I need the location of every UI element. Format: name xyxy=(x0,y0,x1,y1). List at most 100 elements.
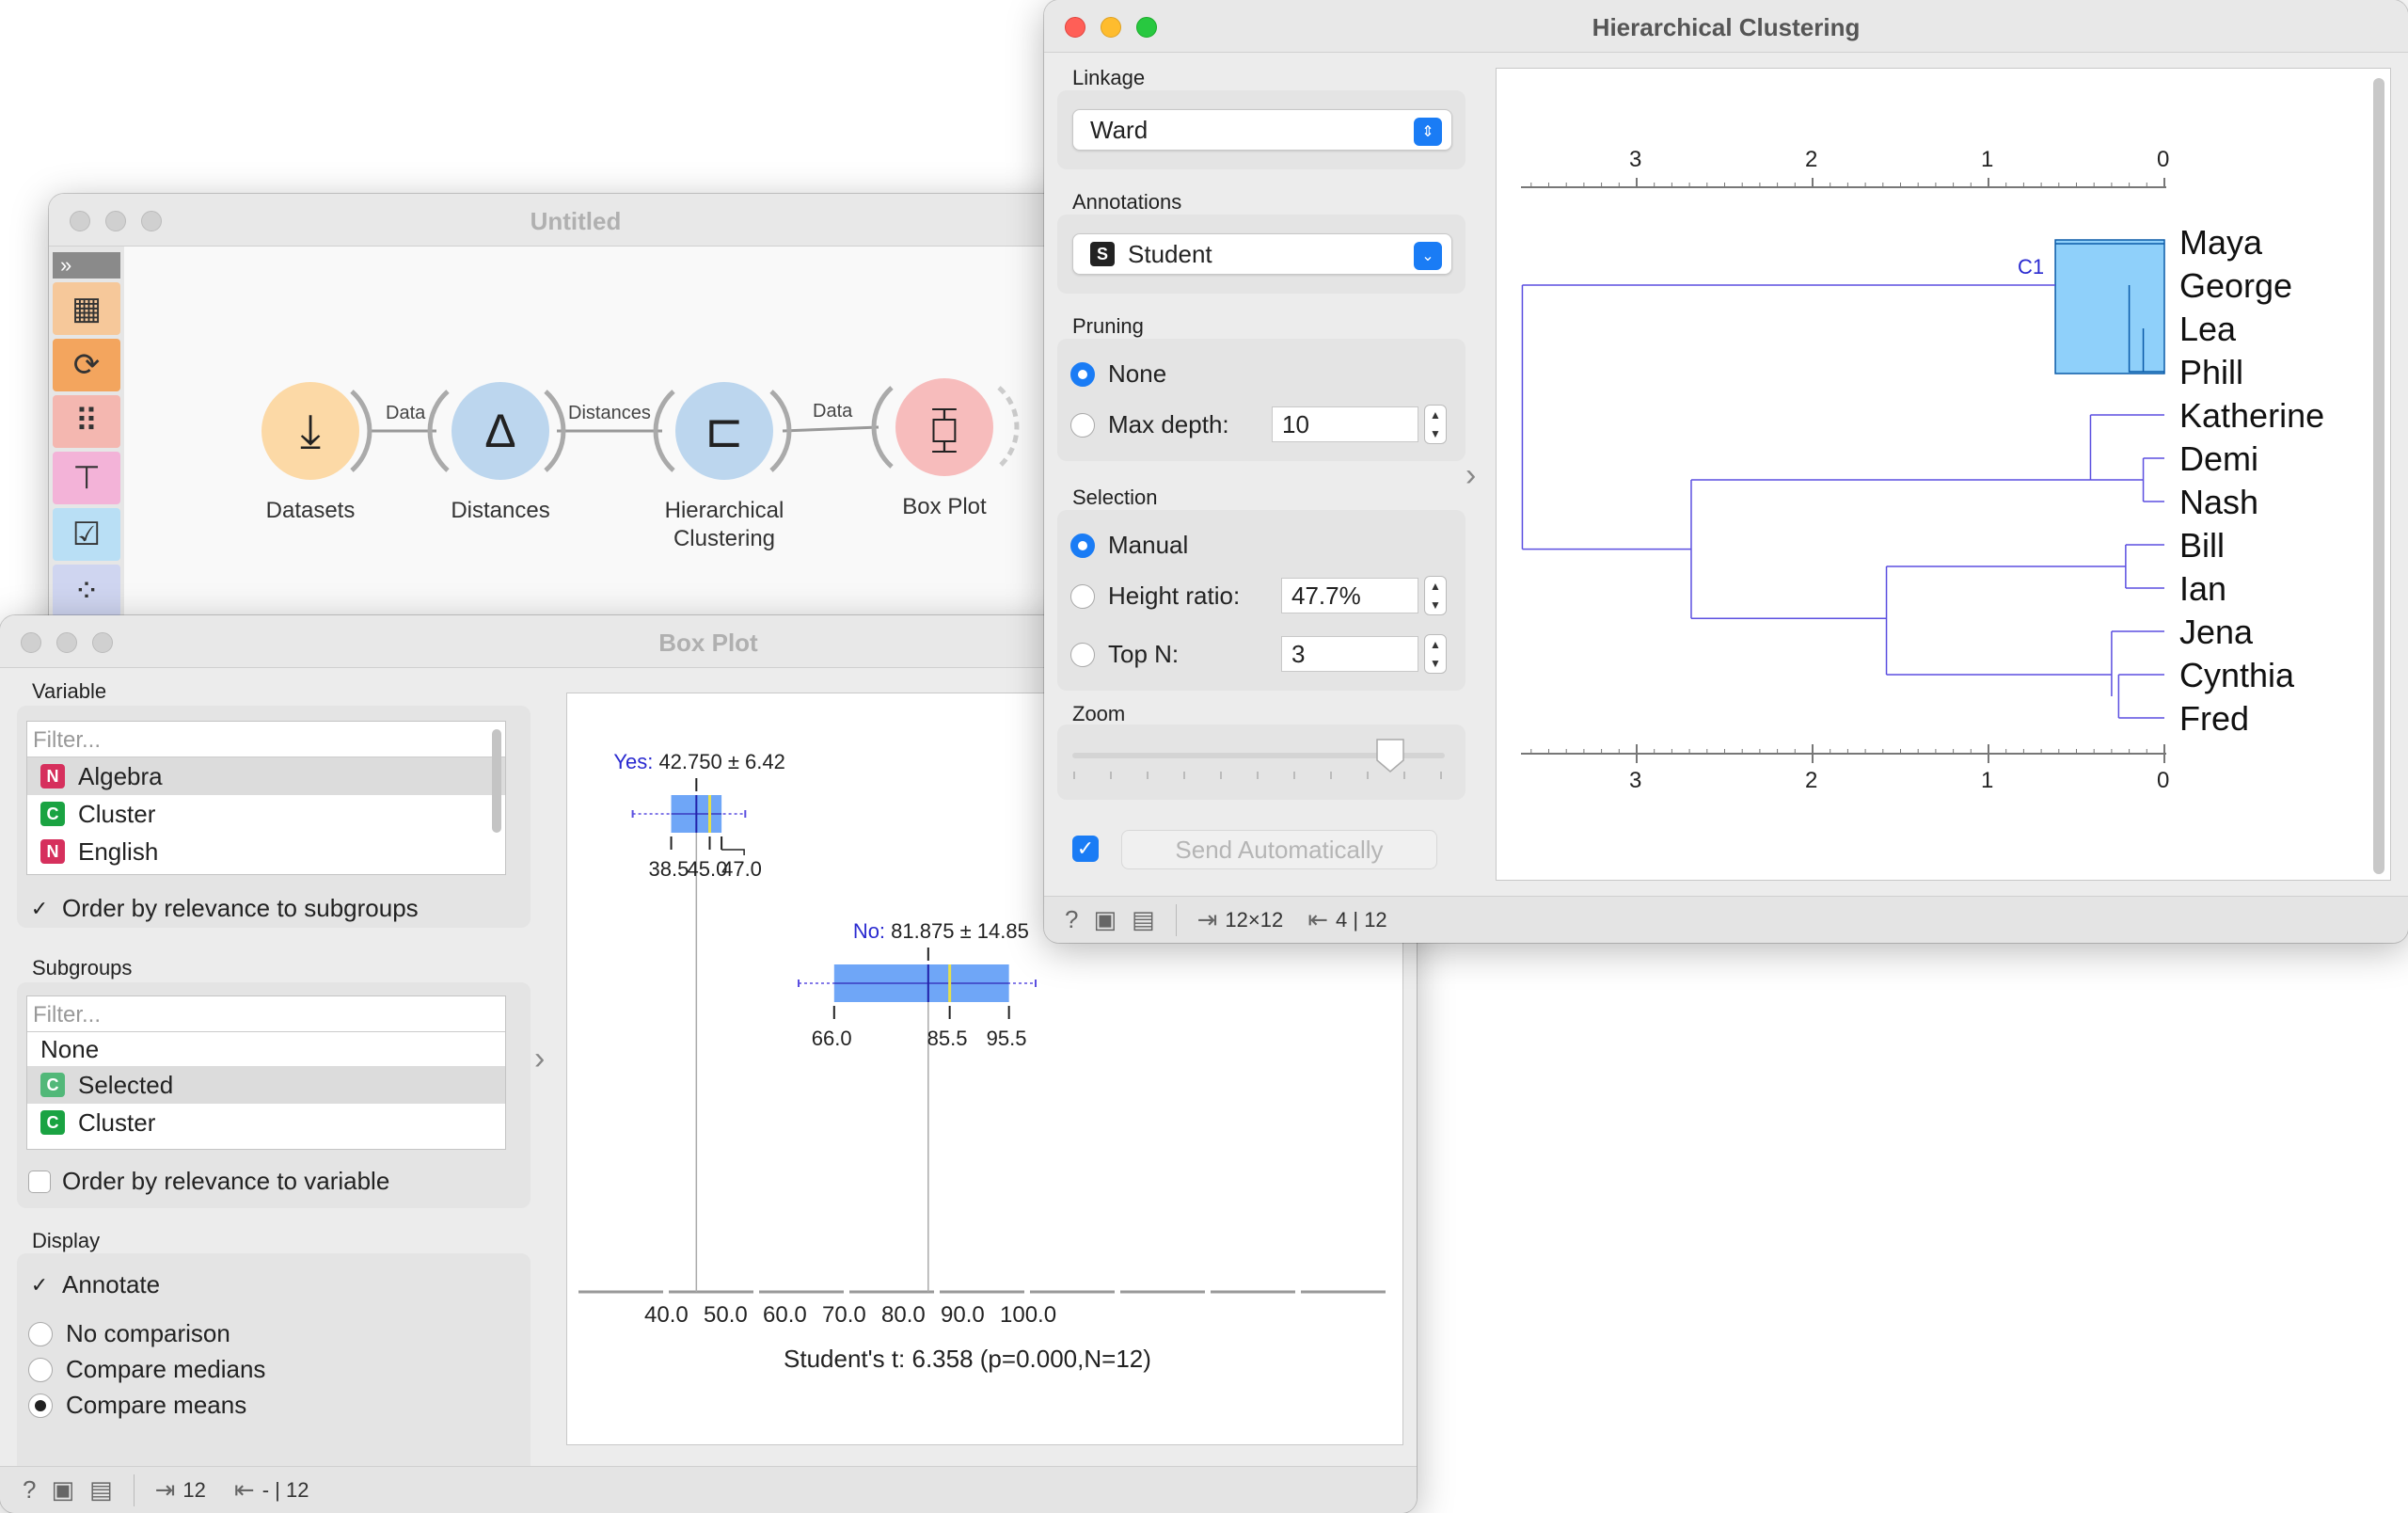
node-hierarchical-clustering[interactable]: ⊏ Hierarchical Clustering xyxy=(630,382,818,553)
node-datasets[interactable]: ⤓ Datasets xyxy=(216,382,404,525)
leaf-label: Katherine xyxy=(2179,396,2324,435)
selection-label: Selection xyxy=(1072,486,1158,509)
zoom-slider[interactable] xyxy=(1072,734,1449,790)
help-icon[interactable]: ? xyxy=(23,1475,36,1505)
scrollbar[interactable] xyxy=(492,729,501,833)
axis-tick-label: 2 xyxy=(1805,768,1817,793)
hierarchical-clustering-window: Hierarchical Clustering Linkage Ward ⇕ A… xyxy=(1044,0,2408,943)
output-count: 4 | 12 xyxy=(1336,907,1387,932)
axis-tick-label: 3 xyxy=(1629,147,1641,172)
save-icon[interactable]: ▣ xyxy=(51,1475,74,1505)
topn-stepper[interactable]: ▲ ▼ xyxy=(1424,634,1447,674)
pruning-maxdepth-radio[interactable]: Max depth: xyxy=(1070,410,1229,439)
checkbox-box xyxy=(28,1170,51,1193)
label-connector xyxy=(721,849,745,855)
group-summary: No: 81.875 ± 14.85 xyxy=(853,919,1029,943)
selection-topn-radio[interactable]: Top N: xyxy=(1070,640,1179,669)
node-distances[interactable]: Δ Distances xyxy=(406,382,594,525)
status-bar: ? ▣ ▤ ⇥ 12×12 ⇤ 4 | 12 xyxy=(1044,896,2408,943)
radio-label: Compare medians xyxy=(66,1355,266,1383)
selection-manual-radio[interactable]: Manual xyxy=(1070,531,1188,560)
auto-send-checkbox[interactable]: ✓ xyxy=(1072,836,1099,862)
dendrogram-svg[interactable]: 3 2 1 0 3 2 1 0 C1 Maya George Lea Phill Katherine Dem… xyxy=(1497,69,2392,882)
maxdepth-input[interactable]: 10 xyxy=(1272,406,1418,442)
compare-medians-radio[interactable]: Compare medians xyxy=(28,1355,265,1384)
quartile-label: 85.5 xyxy=(927,1027,968,1050)
group-summary: Yes: 42.750 ± 6.42 xyxy=(613,750,785,773)
topn-input[interactable]: 3 xyxy=(1281,636,1418,672)
node-label: Distances xyxy=(451,498,550,523)
categorical-icon: C xyxy=(40,1110,65,1135)
report-icon[interactable]: ▤ xyxy=(1132,905,1155,934)
axis-tick-label: 3 xyxy=(1629,768,1641,793)
leaf-label: Jena xyxy=(2179,613,2254,651)
subgroups-label: Subgroups xyxy=(32,956,133,979)
axis-tick-label: 2 xyxy=(1805,147,1817,172)
compare-means-radio[interactable]: Compare means xyxy=(28,1391,246,1420)
boxplot-icon: ⧮ xyxy=(895,378,993,476)
leaf-label: Cynthia xyxy=(2179,656,2295,694)
subgroups-filter-input[interactable]: Filter... xyxy=(27,996,505,1032)
radio-label: Top N: xyxy=(1108,640,1180,668)
list-item[interactable]: N English xyxy=(27,833,505,870)
selection-height-radio[interactable]: Height ratio: xyxy=(1070,581,1240,611)
list-item[interactable]: C Cluster xyxy=(27,795,505,833)
scrollbar[interactable] xyxy=(2373,78,2384,874)
radio-label: Manual xyxy=(1108,531,1189,559)
help-icon[interactable]: ? xyxy=(1065,905,1078,934)
dendrogram-icon: ⊏ xyxy=(675,382,773,480)
numeric-icon: N xyxy=(40,839,65,864)
axis-tick-label: 0 xyxy=(2157,147,2169,172)
subgroups-list[interactable]: Filter... None C Selected C Cluster xyxy=(26,995,506,1150)
pruning-label: Pruning xyxy=(1072,314,1144,338)
tick-label: 80.0 xyxy=(881,1302,926,1328)
list-item[interactable]: C Selected xyxy=(27,1066,505,1104)
order-variable-checkbox[interactable]: Order by relevance to variable xyxy=(28,1167,389,1196)
list-item[interactable]: C Cluster xyxy=(27,1104,505,1141)
linkage-select[interactable]: Ward ⇕ xyxy=(1072,109,1452,151)
radio-label: No comparison xyxy=(66,1319,230,1347)
variable-list[interactable]: Filter... N Algebra C Cluster N English xyxy=(26,721,506,875)
list-item[interactable]: None xyxy=(27,1032,505,1066)
list-item[interactable]: N Algebra xyxy=(27,757,505,795)
list-item-label: English xyxy=(78,836,159,866)
annotations-select[interactable]: S Student ⌄ xyxy=(1072,233,1452,275)
leaf-label: Maya xyxy=(2179,223,2263,262)
node-label: Hierarchical Clustering xyxy=(664,498,784,551)
pruning-panel xyxy=(1057,339,1465,461)
radio-button xyxy=(1070,642,1095,667)
categorical-icon: C xyxy=(40,802,65,826)
radio-button xyxy=(1070,533,1095,558)
radio-button xyxy=(1070,412,1095,438)
maxdepth-stepper[interactable]: ▲ ▼ xyxy=(1424,405,1447,444)
save-icon[interactable]: ▣ xyxy=(1093,905,1117,934)
leaf-label: Nash xyxy=(2179,483,2258,521)
send-automatically-button[interactable]: Send Automatically xyxy=(1121,830,1437,869)
check-icon: ✓ xyxy=(30,1272,49,1297)
leaf-label: Fred xyxy=(2179,699,2249,738)
titlebar: Hierarchical Clustering xyxy=(1044,0,2408,53)
list-item-label: Cluster xyxy=(78,799,156,828)
radio-label: Compare means xyxy=(66,1391,247,1419)
height-ratio-stepper[interactable]: ▲ ▼ xyxy=(1424,576,1447,615)
input-icon: ⇥ xyxy=(1196,905,1218,933)
annotations-value: Student xyxy=(1128,239,1212,268)
report-icon[interactable]: ▤ xyxy=(89,1475,113,1505)
radio-button xyxy=(1070,361,1095,387)
radio-label: None xyxy=(1108,359,1167,388)
list-item-label: Cluster xyxy=(78,1107,156,1137)
checkbox-label: Annotate xyxy=(62,1270,161,1298)
node-box-plot[interactable]: ⧮ Box Plot xyxy=(850,378,1038,521)
display-label: Display xyxy=(32,1229,101,1252)
collapse-arrow-icon[interactable]: › xyxy=(534,1041,545,1077)
height-ratio-input[interactable]: 47.7% xyxy=(1281,578,1418,613)
slider-handle xyxy=(1376,739,1404,772)
no-comparison-radio[interactable]: No comparison xyxy=(28,1319,230,1348)
leaf-label: Phill xyxy=(2179,353,2243,391)
order-subgroups-checkbox[interactable]: ✓ Order by relevance to subgroups xyxy=(28,894,419,923)
node-label: Datasets xyxy=(265,498,356,523)
collapse-arrow-icon[interactable]: › xyxy=(1465,457,1476,494)
variable-filter-input[interactable]: Filter... xyxy=(27,722,505,757)
pruning-none-radio[interactable]: None xyxy=(1070,359,1166,389)
annotate-checkbox[interactable]: ✓ Annotate xyxy=(28,1270,160,1299)
